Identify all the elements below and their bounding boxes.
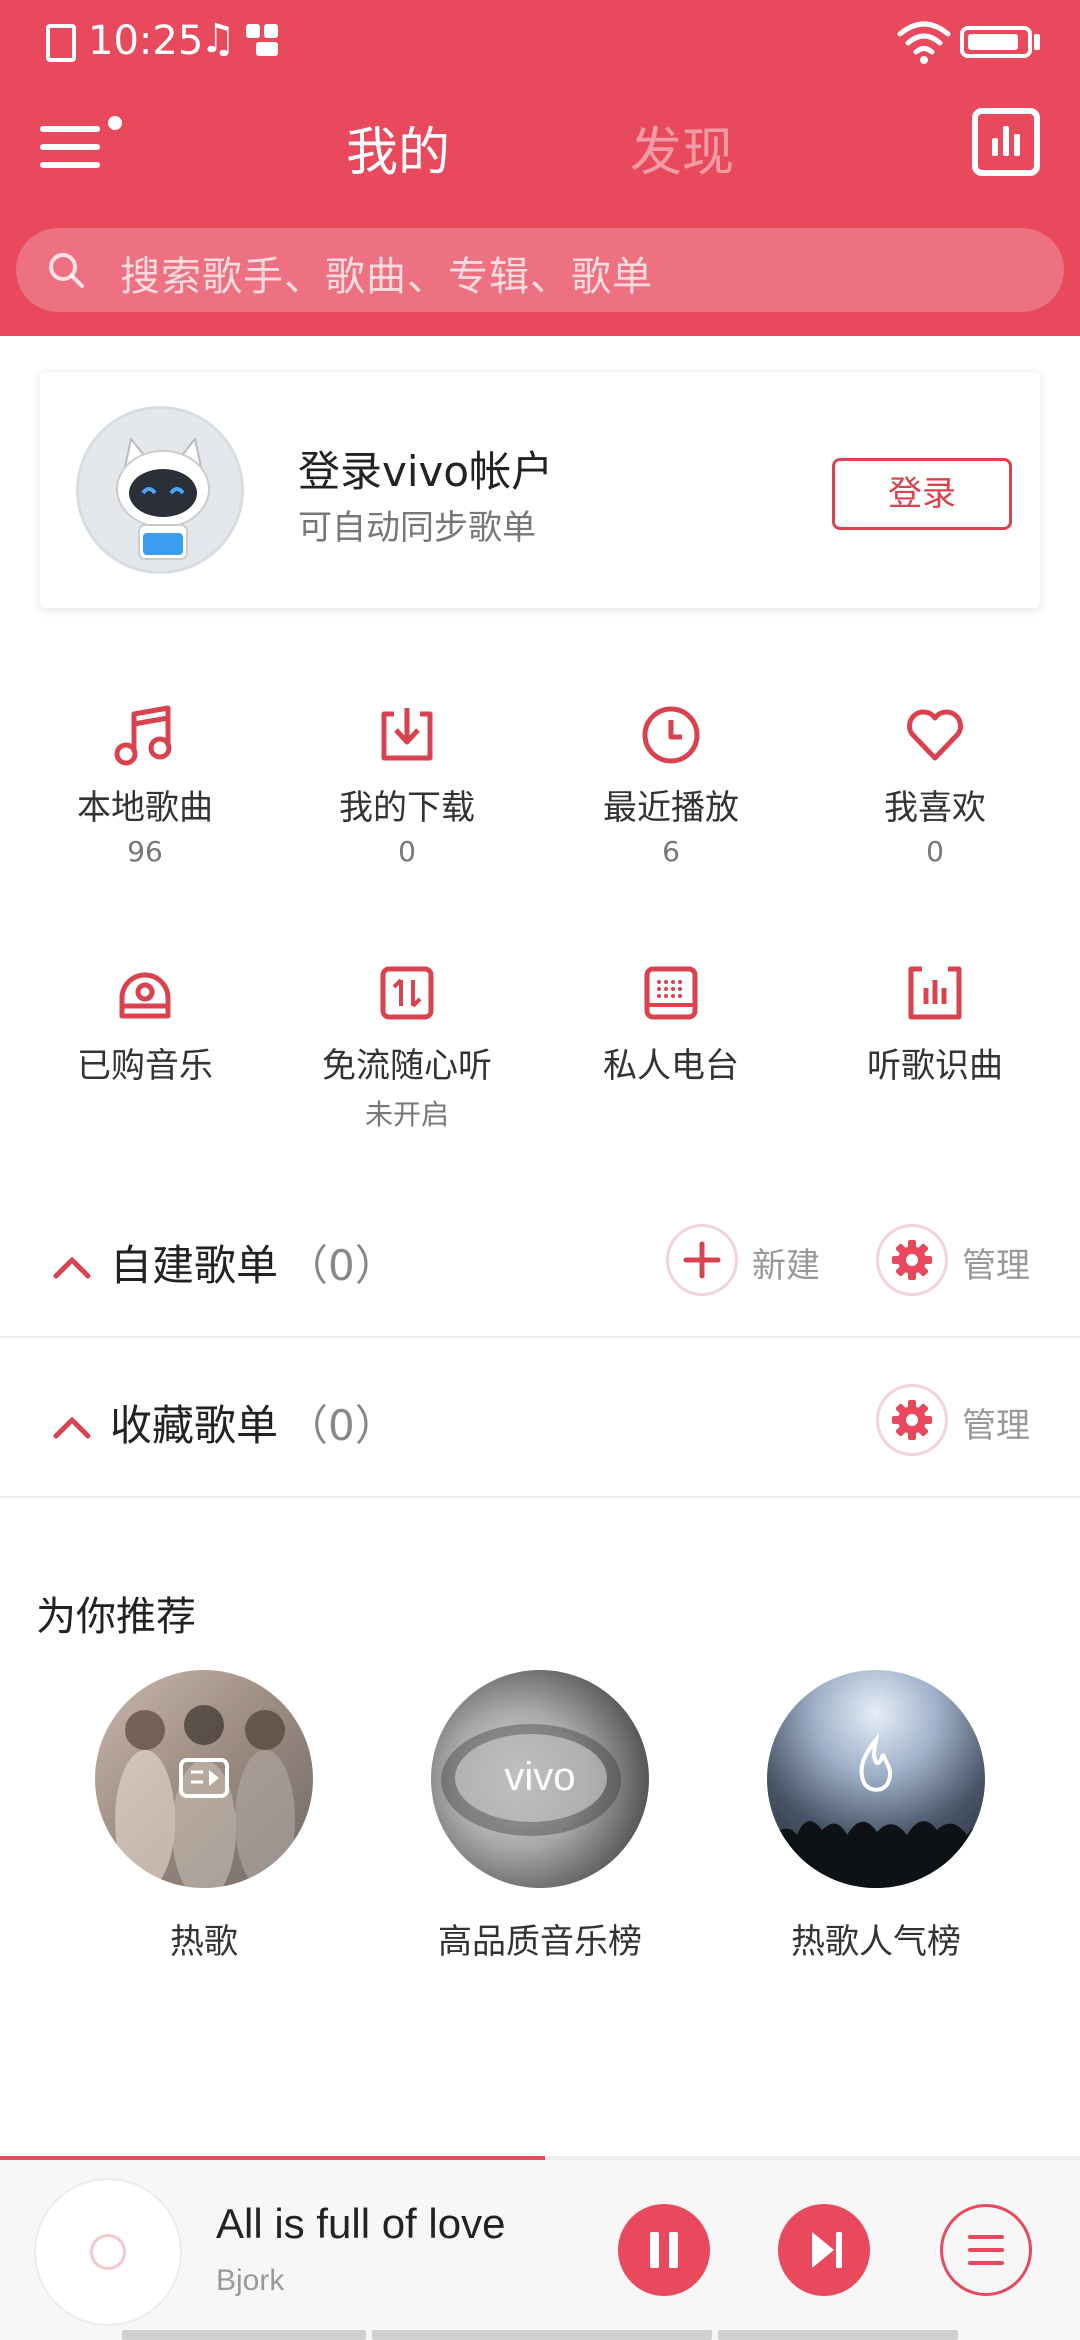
grid-item-local-songs[interactable]: 本地歌曲 96 [10,700,280,868]
login-title: 登录vivo帐户 [298,447,554,496]
robot-mascot-icon [116,436,210,560]
login-card: 登录vivo帐户 可自动同步歌单 登录 [40,372,1040,608]
grid-label: 本地歌曲 [77,788,213,828]
recommend-item-hq-chart[interactable]: vivo 高品质音乐榜 [390,1670,690,1963]
grid-item-favorites[interactable]: 我喜欢 0 [800,700,1070,868]
next-track-icon [812,2232,842,2268]
created-playlists-section: 自建歌单 （0） 新建 管理 [0,1178,1080,1338]
recommend-title: 为你推荐 [36,1594,196,1640]
chevron-up-icon[interactable] [52,1246,92,1286]
nav-gesture-bar[interactable] [122,2330,366,2340]
grid-label: 私人电台 [603,1046,739,1086]
playlist-button[interactable] [940,2204,1032,2296]
menu-button[interactable] [40,116,122,176]
grid-item-data-free[interactable]: 免流随心听 未开启 [272,958,542,1133]
grid-label: 最近播放 [603,788,739,828]
grid-item-recent[interactable]: 最近播放 6 [536,700,806,868]
album-disc[interactable] [34,2178,182,2326]
search-icon [49,253,84,288]
app-header: 10:25 ♫ 我的 发现 搜索歌手、歌曲、专辑、歌单 [0,0,1080,336]
tab-discover[interactable]: 发现 [630,110,734,185]
grid-label: 我的下载 [339,788,475,828]
song-title: All is full of love [216,2200,506,2247]
wifi-icon [897,21,951,64]
song-artist: Bjork [216,2264,285,2297]
recommend-label: 热歌人气榜 [791,1922,961,1962]
grid-item-recognize[interactable]: 听歌识曲 [800,958,1070,1087]
login-subtitle: 可自动同步歌单 [298,508,536,548]
grid-label: 我喜欢 [884,788,986,828]
favorite-playlists-count: （0） [286,1401,397,1450]
flame-icon [859,1732,893,1792]
created-playlists-title[interactable]: 自建歌单 [110,1232,278,1293]
status-time: 10:25 [88,18,204,64]
sound-recognition-icon [908,966,962,1020]
app-notification-icon [246,24,280,58]
manage-label: 管理 [962,1406,1030,1446]
data-free-icon [380,966,434,1020]
grid-item-radio[interactable]: 私人电台 [536,958,806,1087]
new-playlist-label: 新建 [752,1246,820,1286]
grid-count: 未开启 [364,1098,449,1131]
grid-count: 96 [127,835,163,868]
playlist-icon [968,2235,1004,2265]
grid-label: 已购音乐 [77,1046,213,1086]
manage-label: 管理 [962,1246,1030,1286]
hot-songs-cover [95,1670,313,1888]
next-button[interactable] [778,2204,870,2296]
favorite-playlists-title[interactable]: 收藏歌单 [110,1392,278,1453]
disc-center [90,2234,126,2270]
add-icon [666,1224,738,1296]
search-placeholder: 搜索歌手、歌曲、专辑、歌单 [120,254,653,300]
grid-label: 免流随心听 [322,1046,492,1086]
cover-brand-text: vivo [504,1755,575,1799]
pause-icon [650,2232,678,2268]
gear-icon [876,1224,948,1296]
purchased-disc-icon [119,972,171,1019]
battery-tip [1034,34,1040,50]
tab-mine[interactable]: 我的 [346,110,450,185]
created-playlists-count: （0） [286,1241,397,1290]
grid-label: 听歌识曲 [867,1046,1003,1086]
search-bar[interactable]: 搜索歌手、歌曲、专辑、歌单 [16,228,1064,312]
grid-count: 0 [398,835,416,868]
recommend-item-hot-songs[interactable]: 热歌 [54,1670,354,1963]
mini-player[interactable]: All is full of love Bjork [0,2160,1080,2340]
sound-recognition-button[interactable] [972,108,1040,176]
pause-button[interactable] [618,2204,710,2296]
status-bar: 10:25 ♫ [0,0,1080,86]
download-icon [381,708,433,761]
grid-item-purchased[interactable]: 已购音乐 [10,958,280,1087]
robot-avatar[interactable] [76,406,244,574]
favorite-playlists-section: 收藏歌单 （0） 管理 [0,1338,1080,1498]
grid-count: 6 [662,835,680,868]
recommend-item-popular-chart[interactable]: 热歌人气榜 [726,1670,1026,1963]
chevron-up-icon[interactable] [52,1406,92,1446]
login-button[interactable]: 登录 [832,458,1012,530]
music-note-icon [114,705,172,766]
notification-dot [108,116,122,130]
clock-icon [642,706,700,764]
recommend-label: 热歌 [170,1922,238,1962]
recommend-label: 高品质音乐榜 [438,1922,642,1962]
grid-item-downloads[interactable]: 我的下载 0 [272,700,542,868]
battery-icon [960,26,1032,58]
gear-icon [876,1384,948,1456]
popular-chart-cover [767,1670,985,1888]
nav-gesture-bar[interactable] [372,2330,712,2340]
nav-gesture-bar[interactable] [718,2330,958,2340]
heart-icon [907,709,963,761]
grid-count: 0 [926,835,944,868]
radio-icon [644,966,698,1020]
sim-card-icon [46,24,76,62]
music-notification-icon: ♫ [200,16,236,62]
hq-chart-cover: vivo [431,1670,649,1888]
